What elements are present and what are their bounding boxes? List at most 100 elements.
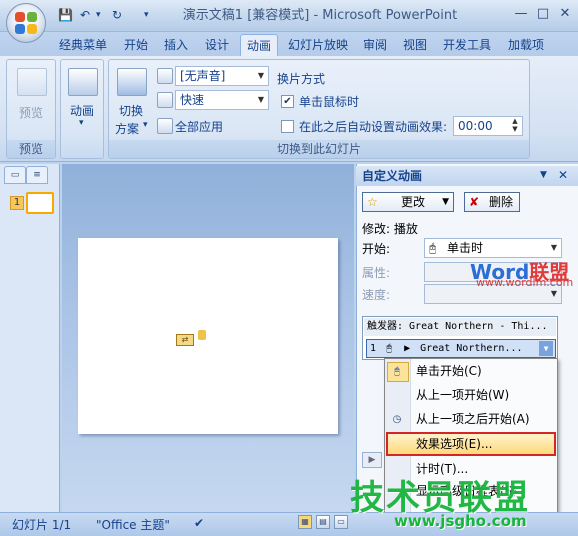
mouse-icon: 🖰	[429, 241, 437, 255]
tab-addins[interactable]: 加载项	[500, 34, 552, 56]
speaker-icon[interactable]	[198, 330, 206, 340]
slide-canvas[interactable]	[78, 238, 338, 434]
animation-button[interactable]: 动画	[70, 102, 94, 119]
tab-design[interactable]: 设计	[198, 34, 236, 56]
tab-classic-menu[interactable]: 经典菜单	[52, 34, 114, 56]
save-icon[interactable]: 💾	[58, 7, 73, 23]
undo-icon[interactable]: ↶	[80, 7, 90, 23]
jsgho-url-watermark: www.jsgho.com	[394, 512, 527, 530]
speed-select[interactable]: 快速 ▼	[175, 90, 269, 110]
menu-item-start-after-previous[interactable]: 从上一项之后开始(A)	[416, 408, 530, 430]
speed-label: 速度:	[362, 288, 391, 302]
effect-index: 1	[370, 343, 377, 354]
ribbon-tabs: 经典菜单 开始 插入 设计 动画 幻灯片放映 审阅 视图 开发工具 加载项	[0, 32, 578, 56]
undo-dropdown-icon[interactable]: ▾	[96, 7, 101, 23]
slide-counter: 幻灯片 1/1	[12, 518, 72, 532]
task-pane-menu-icon[interactable]: ▼	[540, 170, 547, 180]
delete-icon: ✘	[469, 195, 480, 209]
tab-insert[interactable]: 插入	[158, 34, 194, 56]
ribbon: 预览 预览 动画 ▾ 切换 方案 ▾ [无声音] ▼ 快速 ▼ 全部应用 换片方…	[0, 56, 578, 162]
effect-name: Great Northern...	[420, 343, 523, 354]
on-click-checkbox[interactable]: ✔	[281, 95, 294, 108]
task-pane-title-text: 自定义动画	[362, 169, 423, 183]
effect-row[interactable]: 1 🖰 ▶ Great Northern... ▼	[366, 339, 556, 358]
effect-dropdown-icon[interactable]: ▼	[539, 341, 553, 356]
office-logo-icon	[15, 12, 37, 34]
mouse-click-icon: 🖰	[386, 343, 393, 354]
auto-after-label[interactable]: 在此之后自动设置动画效果:	[299, 118, 447, 135]
preview-icon	[17, 68, 47, 96]
play-icon: ▶	[404, 343, 411, 354]
task-pane-close-icon[interactable]: ✕	[558, 168, 568, 182]
mouse-icon: 🖰	[394, 366, 400, 377]
tab-slideshow[interactable]: 幻灯片放映	[282, 34, 354, 56]
tab-developer[interactable]: 开发工具	[436, 34, 498, 56]
slides-panel	[0, 164, 60, 512]
slide-sorter-icon[interactable]: ▤	[316, 515, 330, 529]
star-icon: ☆	[367, 195, 378, 209]
delete-button[interactable]: ✘ 删除	[464, 192, 520, 212]
modify-label: 修改: 播放	[362, 222, 418, 236]
property-label: 属性:	[362, 266, 391, 280]
speed-value: 快速	[180, 93, 205, 107]
redo-icon[interactable]: ↻	[112, 7, 122, 23]
transition-group: 切换 方案 ▾ [无声音] ▼ 快速 ▼ 全部应用 换片方式 ✔ 单击鼠标时 在…	[108, 59, 530, 159]
slideshow-view-icon[interactable]: ▭	[334, 515, 348, 529]
start-dropdown-icon[interactable]: ▼	[547, 239, 561, 257]
auto-after-checkbox[interactable]	[281, 120, 294, 133]
sound-value: [无声音]	[180, 69, 226, 83]
sound-select[interactable]: [无声音] ▼	[175, 66, 269, 86]
tab-home[interactable]: 开始	[118, 34, 154, 56]
customize-qat-icon[interactable]: ▾	[144, 7, 149, 23]
outline-tab-icon[interactable]: ≡	[26, 166, 48, 184]
transition-group-label: 切换到此幻灯片	[109, 140, 529, 158]
spinner-arrows-icon[interactable]: ▲ ▼	[508, 117, 522, 135]
slides-panel-tabs: ▭ ≡	[4, 166, 54, 186]
preview-button[interactable]: 预览	[19, 104, 43, 121]
transition-scheme-icon	[117, 68, 147, 96]
start-select[interactable]: 🖰 单击时 ▼	[424, 238, 562, 258]
on-click-label[interactable]: 单击鼠标时	[299, 93, 359, 110]
slide-number: 1	[10, 196, 24, 210]
theme-name: "Office 主题"	[96, 518, 170, 532]
speed-dropdown-icon[interactable]: ▼	[254, 91, 268, 109]
spell-check-icon[interactable]: ✔	[194, 516, 204, 530]
minimize-button[interactable]: —	[512, 5, 530, 23]
close-button[interactable]: ✕	[556, 5, 574, 23]
reorder-icon[interactable]: ▶	[362, 452, 382, 468]
sound-object-icon[interactable]: ⇄	[176, 334, 194, 346]
tab-animation[interactable]: 动画	[240, 34, 278, 56]
auto-time-spinner[interactable]: 00:00 ▲ ▼	[453, 116, 523, 136]
start-label: 开始:	[362, 242, 391, 256]
transition-scheme-dropdown-icon[interactable]: ▾	[143, 120, 148, 130]
transition-scheme-label-1[interactable]: 切换	[119, 102, 143, 119]
transition-scheme-label-2[interactable]: 方案	[115, 120, 139, 137]
advance-slide-title: 换片方式	[277, 72, 326, 86]
apply-all-button[interactable]: 全部应用	[175, 118, 223, 135]
trigger-row[interactable]: 触发器: Great Northern - Thi...	[364, 318, 556, 336]
change-dropdown-icon[interactable]: ▼	[442, 193, 449, 211]
speed-icon	[157, 92, 173, 108]
menu-item-start-on-click[interactable]: 单击开始(C)	[416, 360, 482, 382]
animation-group: 动画 ▾	[60, 59, 104, 159]
menu-item-start-with-previous[interactable]: 从上一项开始(W)	[416, 384, 509, 406]
preview-group-label: 预览	[7, 140, 55, 158]
sound-icon	[157, 68, 173, 84]
animation-icon	[68, 68, 98, 96]
apply-all-icon	[157, 118, 173, 134]
menu-item-effect-options[interactable]: 效果选项(E)...	[416, 433, 492, 455]
animation-dropdown-icon[interactable]: ▾	[79, 118, 84, 128]
wordlm-url-watermark: www.wordlm.com	[476, 276, 574, 289]
office-button[interactable]	[6, 3, 46, 43]
change-button[interactable]: ☆ 更改 ▼	[362, 192, 454, 212]
slides-tab-icon[interactable]: ▭	[4, 166, 26, 184]
slide-thumbnail[interactable]	[26, 192, 54, 214]
clock-icon: ◷	[392, 414, 402, 425]
tab-review[interactable]: 审阅	[356, 34, 394, 56]
sound-dropdown-icon[interactable]: ▼	[254, 67, 268, 85]
maximize-button[interactable]: □	[534, 5, 552, 23]
tab-view[interactable]: 视图	[396, 34, 434, 56]
change-button-label: 更改	[401, 195, 426, 209]
delete-button-label: 删除	[489, 195, 514, 209]
normal-view-icon[interactable]: ▦	[298, 515, 312, 529]
